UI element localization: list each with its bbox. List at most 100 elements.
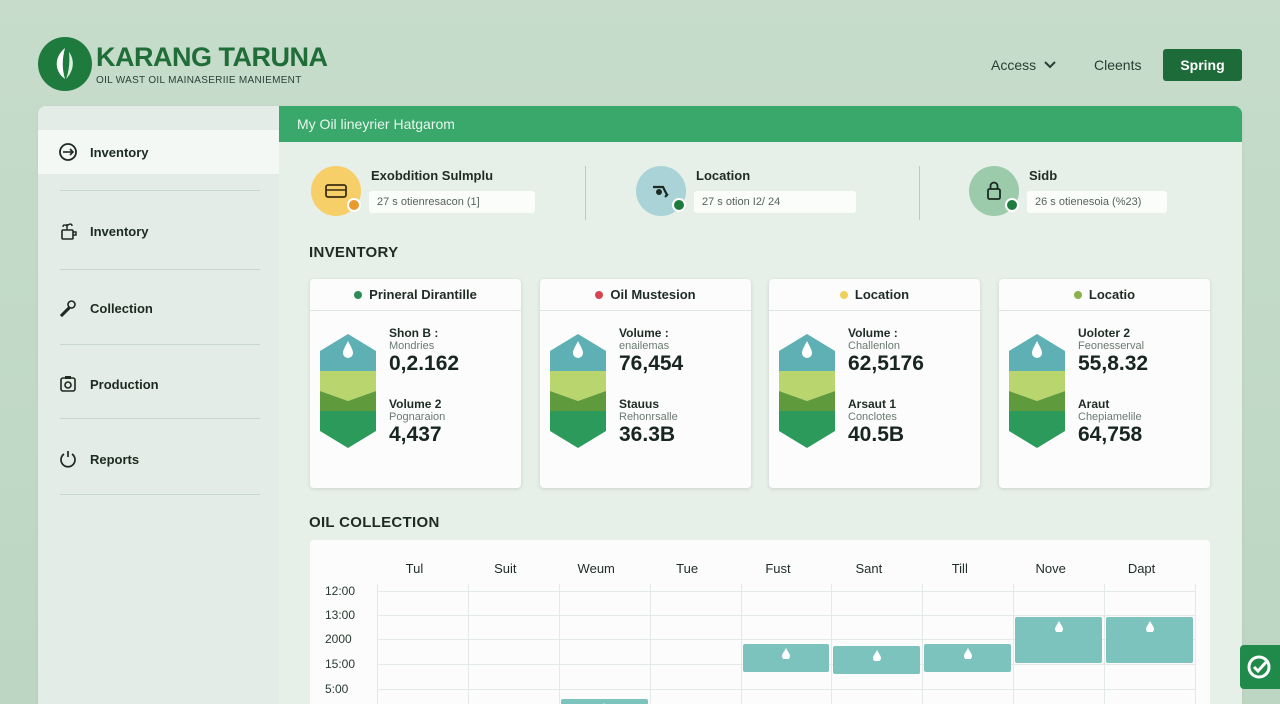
sidebar-item-label: Collection xyxy=(90,300,153,316)
oil-drop-hex-icon xyxy=(779,334,835,448)
grid-line xyxy=(649,584,651,704)
card-title: Prineral Dirantille xyxy=(369,287,477,302)
metric-sub: Challenlon xyxy=(848,340,900,352)
refresh-circle-icon xyxy=(58,142,78,162)
stat-supply[interactable]: Exobdition Sulmplu 27 s otienresacon (1] xyxy=(311,166,541,220)
sidebar: Inventory Inventory Collection Productio… xyxy=(38,106,279,704)
stat-title: Location xyxy=(696,168,751,183)
metric-2: Arsaut 1 Conclotes 40.5B xyxy=(848,397,904,447)
x-tick-label: Weum xyxy=(577,561,615,576)
sidebar-item-production[interactable]: Production xyxy=(38,362,279,406)
card-header: Prineral Dirantille xyxy=(310,279,521,311)
stat-location[interactable]: Location 27 s otion I2/ 24 xyxy=(636,166,866,220)
chart-bar[interactable] xyxy=(560,699,648,704)
brand-subtitle: OIL WAST OIL MAINASERIIE MANIEMENT xyxy=(96,75,302,86)
stat-value: 27 s otienresacon (1] xyxy=(369,191,535,213)
metric-label: Volume 2 xyxy=(389,397,442,411)
metric-value: 55,8.32 xyxy=(1078,352,1149,375)
status-badge xyxy=(347,198,361,212)
sidebar-item-reports[interactable]: Reports xyxy=(38,437,279,481)
inventory-card[interactable]: Prineral Dirantille Shon B : Mondries 0,… xyxy=(310,279,521,488)
grid-line xyxy=(377,689,1195,690)
grid-line xyxy=(377,615,1195,616)
metric-1: Shon B : Mondries 0,2.162 xyxy=(389,326,459,376)
sidebar-item-label: Inventory xyxy=(90,144,149,160)
sidebar-item-label: Production xyxy=(90,376,159,392)
x-tick-label: Tue xyxy=(676,561,699,576)
chart-bar[interactable] xyxy=(742,644,830,672)
stat-title: Exobdition Sulmplu xyxy=(371,168,494,183)
grid-line xyxy=(831,584,833,704)
metric-value: 0,2.162 xyxy=(389,352,460,375)
metric-sub: Pognaraion xyxy=(389,411,446,423)
chart-bar[interactable] xyxy=(1106,616,1193,663)
chart-bar[interactable] xyxy=(833,646,921,675)
inventory-card[interactable]: Location Volume : Challenlon 62,5176 Ars… xyxy=(769,279,980,488)
divider xyxy=(60,269,260,270)
inventory-card[interactable]: Oil Mustesion Volume : enailemas 76,454 … xyxy=(540,279,751,488)
sidebar-item-collection[interactable]: Collection xyxy=(38,286,279,330)
stat-sidb[interactable]: Sidb 26 s otienesoia (%23) xyxy=(969,166,1199,220)
collection-heading: OIL COLLECTION xyxy=(309,514,440,531)
header: KARANG TARUNA OIL WAST OIL MAINASERIIE M… xyxy=(0,0,1280,106)
card-title: Location xyxy=(854,287,910,302)
chart-bar[interactable] xyxy=(1015,616,1103,663)
grid-line xyxy=(1013,584,1015,704)
power-icon xyxy=(58,449,78,469)
grid-line xyxy=(377,584,378,704)
access-menu[interactable]: Access xyxy=(991,57,1056,73)
divider xyxy=(60,344,260,345)
card-title: Oil Mustesion xyxy=(610,287,696,302)
oil-drop-hex-icon xyxy=(1009,334,1065,448)
sidebar-item-inventory[interactable]: Inventory xyxy=(38,130,279,174)
metric-label: Volume : xyxy=(848,326,898,340)
status-dot xyxy=(839,290,848,299)
chevron-down-icon xyxy=(1044,61,1056,69)
y-tick-label: 15:00 xyxy=(325,657,356,671)
stat-value: 26 s otienesoia (%23) xyxy=(1027,191,1167,213)
x-tick-label: Suit xyxy=(494,561,517,576)
card-header: Location xyxy=(769,279,980,311)
sidebar-item-label: Inventory xyxy=(90,223,149,239)
sidebar-item-inventory-2[interactable]: Inventory xyxy=(38,209,279,253)
y-tick-label: 5:00 xyxy=(325,682,349,696)
y-tick-label: 12:00 xyxy=(325,584,356,598)
page-banner: My Oil lineyrier Hatgarom xyxy=(279,106,1242,142)
y-tick-label: 2000 xyxy=(325,632,352,646)
metric-value: 64,758 xyxy=(1078,423,1143,446)
dropper-icon xyxy=(58,298,78,318)
status-badge xyxy=(1005,198,1019,212)
camera-box-icon xyxy=(58,374,78,394)
inventory-heading: INVENTORY xyxy=(309,244,399,261)
metric-1: Volume : enailemas 76,454 xyxy=(619,326,683,376)
divider xyxy=(60,418,260,419)
divider xyxy=(60,190,260,191)
access-label: Access xyxy=(991,57,1037,73)
grid-line xyxy=(922,584,924,704)
stat-title: Sidb xyxy=(1029,168,1058,183)
chart-bar[interactable] xyxy=(924,644,1012,672)
metric-sub: Mondries xyxy=(389,340,435,352)
grid-line xyxy=(1195,584,1196,704)
inventory-card[interactable]: Locatio Uoloter 2 Feonesserval 55,8.32 A… xyxy=(999,279,1210,488)
metric-sub: Rehonrsalle xyxy=(619,411,678,423)
card-header: Locatio xyxy=(999,279,1210,311)
sidebar-item-label: Reports xyxy=(90,451,140,467)
metric-value: 40.5B xyxy=(848,423,905,446)
metric-label: Stauus xyxy=(619,397,660,411)
divider xyxy=(585,166,586,220)
metric-2: Stauus Rehonrsalle 36.3B xyxy=(619,397,678,447)
check-circle-button[interactable] xyxy=(1240,645,1280,689)
metric-label: Volume : xyxy=(619,326,669,340)
grid-line xyxy=(467,584,469,704)
grid-line xyxy=(377,591,1195,592)
clients-link[interactable]: Cleents xyxy=(1094,57,1141,73)
metric-label: Uoloter 2 xyxy=(1078,326,1131,340)
stat-value: 27 s otion I2/ 24 xyxy=(694,191,856,213)
metric-sub: Conclotes xyxy=(848,411,897,423)
metric-value: 62,5176 xyxy=(848,352,924,375)
spring-button[interactable]: Spring xyxy=(1163,49,1242,81)
card-title: Locatio xyxy=(1088,287,1136,302)
metric-label: Araut xyxy=(1078,397,1110,411)
status-dot xyxy=(595,290,604,299)
